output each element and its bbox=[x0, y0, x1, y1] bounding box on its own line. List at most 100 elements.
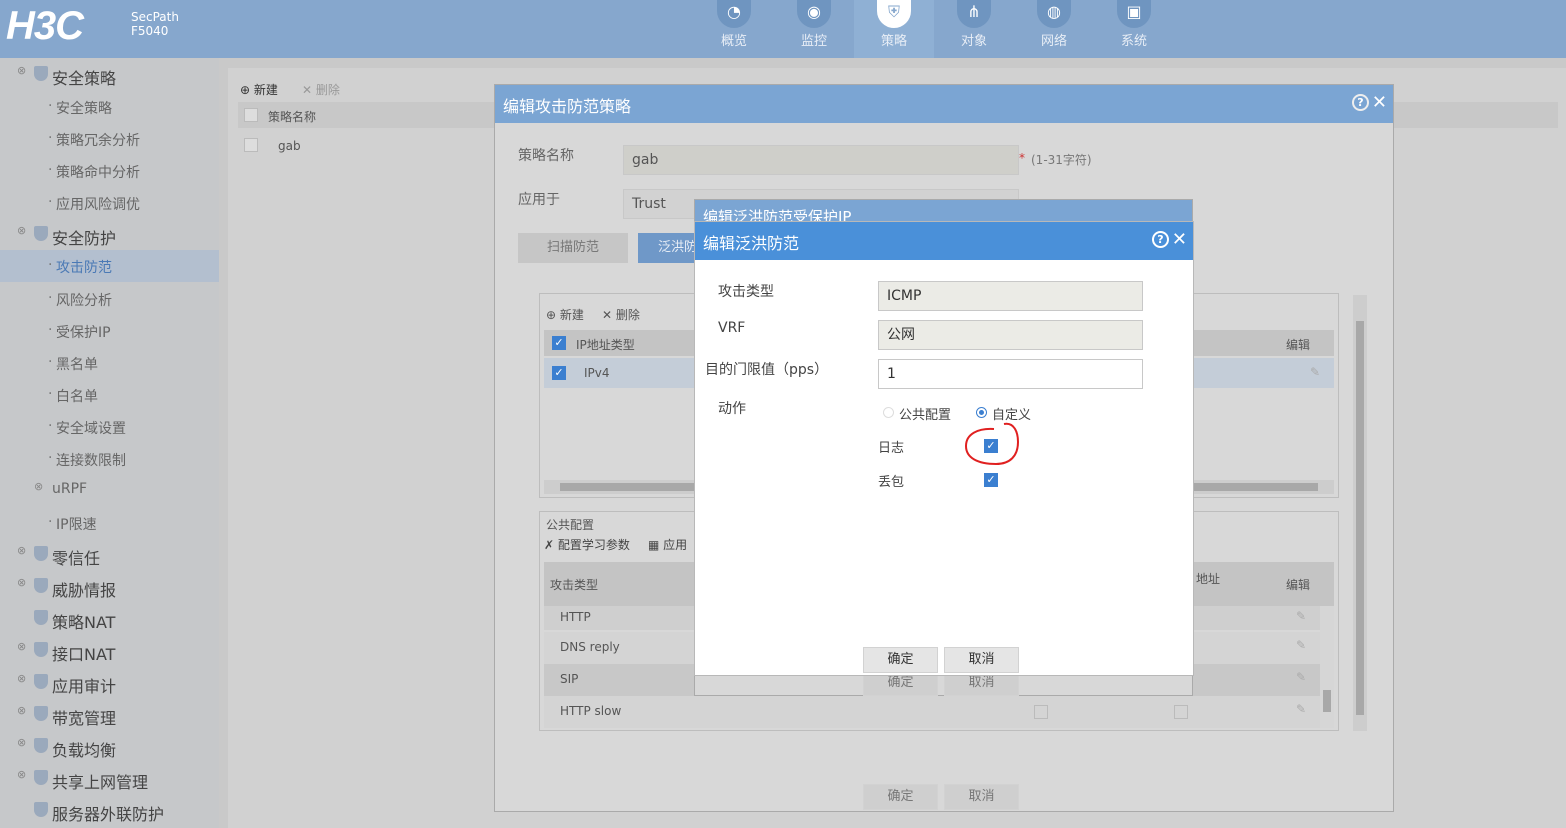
new-button[interactable]: ⊕ 新建 bbox=[240, 81, 278, 98]
edit-icon[interactable]: ✎ bbox=[1310, 365, 1320, 379]
sidebar-item[interactable]: · 连接数限制 bbox=[0, 443, 219, 475]
sidebar-group-load-balance[interactable]: ⊗ 负载均衡 bbox=[0, 732, 219, 764]
collapse-icon[interactable]: ⊗ bbox=[34, 480, 43, 493]
sidebar-item[interactable]: · 白名单 bbox=[0, 379, 219, 411]
collapse-icon[interactable]: ⊗ bbox=[17, 640, 26, 653]
shield-icon bbox=[34, 546, 48, 561]
globe-icon: ◍ bbox=[1037, 0, 1071, 28]
collapse-icon[interactable]: ⊗ bbox=[17, 736, 26, 749]
collapse-icon[interactable]: ⊗ bbox=[17, 544, 26, 557]
row-checkbox[interactable] bbox=[1174, 705, 1188, 719]
cancel-button[interactable]: 取消 bbox=[944, 647, 1019, 673]
edit-icon[interactable]: ✎ bbox=[1296, 670, 1306, 684]
nav-object[interactable]: ⋔ 对象 bbox=[934, 0, 1014, 58]
attack-type-field: ICMP bbox=[878, 281, 1143, 311]
sidebar-group-urpf[interactable]: ⊗ uRPF bbox=[0, 476, 219, 508]
sidebar-group-shared-access[interactable]: ⊗ 共享上网管理 bbox=[0, 764, 219, 796]
delete-button[interactable]: ✕ 删除 bbox=[302, 81, 340, 98]
drop-packet-checkbox[interactable]: ✓ bbox=[984, 473, 998, 487]
balance-icon bbox=[34, 738, 48, 753]
row-checkbox[interactable] bbox=[1034, 705, 1048, 719]
collapse-icon[interactable]: ⊗ bbox=[17, 704, 26, 717]
sidebar-item[interactable]: · 安全策略 bbox=[0, 91, 219, 123]
grid-icon bbox=[34, 674, 48, 689]
dashboard-icon: ◔ bbox=[717, 0, 751, 28]
edit-icon[interactable]: ✎ bbox=[1296, 609, 1306, 623]
sidebar-group-bandwidth[interactable]: ⊗ 带宽管理 bbox=[0, 700, 219, 732]
policy-name-input[interactable]: gab bbox=[623, 145, 1019, 175]
sidebar-group-interface-nat[interactable]: ⊗ 接口NAT bbox=[0, 636, 219, 668]
sidebar-item[interactable]: · 应用风险调优 bbox=[0, 187, 219, 219]
sidebar-item[interactable]: · 策略命中分析 bbox=[0, 155, 219, 187]
outer-cancel-button[interactable]: 取消 bbox=[944, 784, 1019, 810]
sidebar-item[interactable]: · 黑名单 bbox=[0, 347, 219, 379]
row-checkbox[interactable] bbox=[244, 138, 258, 152]
outer-vertical-scrollbar[interactable] bbox=[1353, 295, 1367, 731]
sidebar-item[interactable]: · 安全域设置 bbox=[0, 411, 219, 443]
sidebar-group-policy-nat[interactable]: 策略NAT bbox=[0, 604, 219, 636]
collapse-icon[interactable]: ⊗ bbox=[17, 576, 26, 589]
eye-icon bbox=[34, 578, 48, 593]
learn-params-button[interactable]: ✗ 配置学习参数 bbox=[544, 536, 630, 553]
add-icon: ⊕ bbox=[240, 83, 251, 97]
bandwidth-icon bbox=[34, 706, 48, 721]
tab-scan[interactable]: 扫描防范 bbox=[518, 233, 628, 263]
sidebar-item[interactable]: · 受保护IP bbox=[0, 315, 219, 347]
tab-flood[interactable]: 泛洪防 bbox=[638, 233, 698, 263]
help-icon[interactable]: ? bbox=[1152, 231, 1169, 248]
server-icon bbox=[34, 802, 48, 817]
nav-network[interactable]: ◍ 网络 bbox=[1014, 0, 1094, 58]
top-bar: H3C SecPath F5040 ◔ 概览 ◉ 监控 ⛨ 策略 ⋔ 对象 ◍ 网络 ▣ 系… bbox=[0, 0, 1566, 58]
sidebar-item[interactable]: · 策略冗余分析 bbox=[0, 123, 219, 155]
system-icon: ▣ bbox=[1117, 0, 1151, 28]
product-model: SecPath F5040 bbox=[131, 10, 179, 38]
add-icon: ⊕ bbox=[546, 308, 557, 322]
radio-custom[interactable] bbox=[976, 407, 987, 418]
edit-icon[interactable]: ✎ bbox=[1296, 702, 1306, 716]
nav-system[interactable]: ▣ 系统 bbox=[1094, 0, 1174, 58]
radio-public-config[interactable] bbox=[883, 407, 894, 418]
shield-icon: ⛨ bbox=[877, 0, 911, 28]
outer-ok-button[interactable]: 确定 bbox=[863, 784, 938, 810]
nav-overview[interactable]: ◔ 概览 bbox=[694, 0, 774, 58]
sidebar-group-security-policy[interactable]: ⊗ 安全策略 bbox=[0, 60, 219, 92]
shield-icon bbox=[34, 226, 48, 241]
shield-icon bbox=[34, 66, 48, 81]
wrench-icon: ✗ bbox=[544, 538, 555, 552]
grid-icon: ▦ bbox=[648, 538, 660, 552]
table-row[interactable]: HTTP slow ✎ bbox=[544, 696, 1320, 728]
close-icon[interactable]: ✕ bbox=[1172, 229, 1187, 250]
sidebar-group-app-audit[interactable]: ⊗ 应用审计 bbox=[0, 668, 219, 700]
sidebar-group-security-protection[interactable]: ⊗ 安全防护 bbox=[0, 220, 219, 252]
sidebar-item[interactable]: · 风险分析 bbox=[0, 283, 219, 315]
close-icon: ✕ bbox=[602, 308, 613, 322]
sidebar-item[interactable]: · IP限速 bbox=[0, 507, 219, 539]
sidebar-item-attack-defense[interactable]: · 攻击防范 bbox=[0, 250, 219, 282]
collapse-icon[interactable]: ⊗ bbox=[17, 768, 26, 781]
vrf-field: 公网 bbox=[878, 320, 1143, 350]
select-all-checkbox[interactable]: ✓ bbox=[552, 336, 566, 350]
help-icon[interactable]: ? bbox=[1352, 94, 1369, 111]
outer-dialog-title: 编辑攻击防范策略 bbox=[495, 85, 1393, 123]
vertical-scrollbar[interactable] bbox=[1320, 606, 1334, 728]
monitor-icon: ◉ bbox=[797, 0, 831, 28]
annotation-circle bbox=[964, 422, 1020, 466]
sidebar: ⊗ 安全策略 · 安全策略 · 策略冗余分析 · 策略命中分析 · 应用风险调优 ⊗ 安全防… bbox=[0, 58, 219, 828]
row-checkbox[interactable]: ✓ bbox=[552, 366, 566, 380]
collapse-icon[interactable]: ⊗ bbox=[17, 672, 26, 685]
sidebar-group-zero-trust[interactable]: ⊗ 零信任 bbox=[0, 540, 219, 572]
nat-icon bbox=[34, 610, 48, 625]
ok-button[interactable]: 确定 bbox=[863, 647, 938, 673]
close-icon[interactable]: ✕ bbox=[1372, 92, 1387, 113]
threshold-input[interactable]: 1 bbox=[878, 359, 1143, 389]
collapse-icon[interactable]: ⊗ bbox=[17, 224, 26, 237]
nav-monitor[interactable]: ◉ 监控 bbox=[774, 0, 854, 58]
select-all-checkbox[interactable] bbox=[244, 108, 258, 122]
collapse-icon[interactable]: ⊗ bbox=[17, 64, 26, 77]
nav-policy[interactable]: ⛨ 策略 bbox=[854, 0, 934, 58]
nat-icon bbox=[34, 642, 48, 657]
sidebar-group-server-outbound[interactable]: 服务器外联防护 bbox=[0, 796, 219, 828]
apply-button[interactable]: ▦ 应用 bbox=[648, 536, 687, 553]
edit-icon[interactable]: ✎ bbox=[1296, 638, 1306, 652]
sidebar-group-threat-intel[interactable]: ⊗ 威胁情报 bbox=[0, 572, 219, 604]
